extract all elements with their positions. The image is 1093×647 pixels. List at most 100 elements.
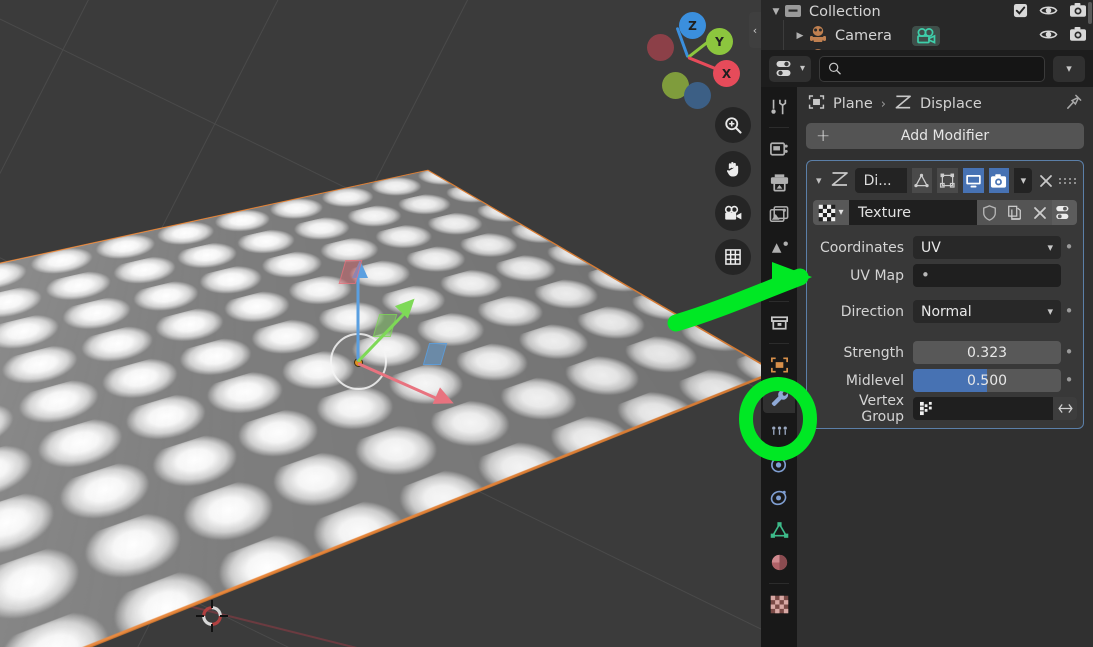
nav-axis-y[interactable]: Y bbox=[706, 28, 733, 55]
outliner-scrollbar[interactable] bbox=[1088, 2, 1092, 24]
camera-view-button[interactable] bbox=[715, 195, 751, 231]
editor-type-selector[interactable]: ▾ bbox=[769, 55, 812, 82]
realtime-toggle[interactable] bbox=[962, 168, 984, 193]
texture-browse-button[interactable]: ▾ bbox=[813, 200, 849, 225]
drag-dots-icon[interactable] bbox=[1059, 177, 1077, 184]
camera-data-icon[interactable] bbox=[911, 26, 940, 46]
triangle-vertex-icon bbox=[914, 173, 930, 188]
midlevel-slider[interactable]: 0.500 bbox=[913, 369, 1061, 392]
fake-user-button[interactable] bbox=[977, 200, 1002, 225]
breadcrumb: Plane › Displace bbox=[797, 87, 1093, 121]
sidebar-item-material[interactable] bbox=[763, 547, 795, 578]
collection-icon bbox=[783, 2, 803, 23]
gizmo-y-head[interactable] bbox=[394, 292, 422, 319]
sidebar-item-output[interactable] bbox=[763, 166, 795, 197]
tool-icon bbox=[771, 99, 787, 114]
animate-midlevel-dot[interactable]: • bbox=[1061, 373, 1077, 388]
images-icon bbox=[769, 205, 788, 222]
gizmo-z-axis[interactable] bbox=[356, 275, 360, 362]
browse-texture-list-button[interactable] bbox=[1052, 200, 1077, 225]
animate-strength-dot[interactable]: • bbox=[1061, 345, 1077, 360]
toggle-ortho-button[interactable] bbox=[715, 239, 751, 275]
sidebar-item-data[interactable] bbox=[763, 514, 795, 545]
cursor-ring bbox=[202, 606, 222, 626]
search-text[interactable] bbox=[847, 61, 1036, 76]
unlink-texture-button[interactable] bbox=[1027, 200, 1052, 225]
row-strength: Strength 0.323 • bbox=[813, 341, 1077, 364]
object-square-icon[interactable] bbox=[807, 93, 826, 115]
on-cage-toggle[interactable] bbox=[937, 168, 958, 193]
remove-modifier-button[interactable] bbox=[1037, 174, 1054, 188]
direction-dropdown[interactable]: Normal ▾ bbox=[913, 300, 1061, 323]
search-input[interactable] bbox=[819, 55, 1045, 82]
navigation-gizmo[interactable]: Z Y X bbox=[637, 4, 740, 109]
gizmo-x-head[interactable] bbox=[432, 387, 458, 412]
eye-icon[interactable] bbox=[1039, 27, 1058, 46]
vertex-group-invert-button[interactable] bbox=[1053, 397, 1077, 420]
label-direction: Direction bbox=[840, 303, 904, 320]
add-modifier-button[interactable]: + Add Modifier bbox=[806, 123, 1084, 149]
breadcrumb-modifier-name[interactable]: Displace bbox=[920, 96, 982, 112]
animate-coordinates-dot[interactable]: • bbox=[1061, 240, 1077, 255]
nav-axis-label: Y bbox=[715, 34, 724, 49]
expand-triangle-icon[interactable]: ▼ bbox=[769, 7, 783, 17]
coordinates-dropdown[interactable]: UV ▾ bbox=[913, 236, 1061, 259]
outliner-row-collection[interactable]: ▼ Collection bbox=[761, 0, 1093, 24]
3d-viewport[interactable]: Z Y X ‹ bbox=[0, 0, 761, 647]
nav-axis-neg-x[interactable] bbox=[647, 34, 674, 61]
sidebar-item-physics[interactable] bbox=[763, 448, 795, 479]
pan-button[interactable] bbox=[715, 151, 751, 187]
duplicate-texture-button[interactable] bbox=[1002, 200, 1027, 225]
chevron-down-icon[interactable]: ▾ bbox=[813, 174, 825, 187]
zoom-button[interactable] bbox=[715, 107, 751, 143]
sidebar-item-collection[interactable] bbox=[763, 307, 795, 338]
hand-icon bbox=[726, 162, 739, 177]
sidebar-collapse-arrow[interactable]: ‹ bbox=[749, 12, 761, 48]
strength-value: 0.323 bbox=[966, 344, 1008, 361]
sidebar-item-view-layer[interactable] bbox=[763, 199, 795, 230]
animate-direction-dot[interactable]: • bbox=[1061, 304, 1077, 319]
sidebar-item-scene[interactable] bbox=[763, 232, 795, 263]
outliner-editor[interactable]: ▼ Collection ▶ Camera bbox=[761, 0, 1093, 50]
strength-number-field[interactable]: 0.323 bbox=[913, 341, 1061, 364]
right-panel: ▼ Collection ▶ Camera ▾ ▾ Plane › Displa… bbox=[761, 0, 1093, 647]
sidebar-item-render[interactable] bbox=[763, 133, 795, 164]
nav-axis-z[interactable]: Z bbox=[679, 12, 706, 39]
options-dropdown-button[interactable]: ▾ bbox=[1053, 55, 1085, 82]
expand-triangle-icon[interactable]: ▶ bbox=[793, 31, 807, 41]
gizmo-xy-plane[interactable] bbox=[422, 343, 448, 365]
tab-separator bbox=[769, 343, 789, 344]
chevron-down-icon: ▾ bbox=[1066, 62, 1072, 75]
sidebar-item-modifier[interactable] bbox=[763, 382, 795, 413]
pin-icon[interactable] bbox=[1064, 93, 1083, 116]
modifier-name-field[interactable]: Di... bbox=[854, 168, 907, 193]
uv-map-field[interactable]: • bbox=[913, 264, 1061, 287]
sidebar-item-tool[interactable] bbox=[763, 91, 795, 122]
camera-icon[interactable] bbox=[1069, 2, 1087, 22]
sidebar-item-particles[interactable] bbox=[763, 415, 795, 446]
eye-icon[interactable] bbox=[1039, 3, 1058, 22]
sidebar-item-object[interactable] bbox=[763, 349, 795, 380]
sidebar-item-world[interactable] bbox=[763, 265, 795, 296]
cage-icon bbox=[940, 173, 955, 188]
modifier-extras-dropdown[interactable]: ▾ bbox=[1014, 168, 1033, 193]
displace-modifier-icon bbox=[894, 93, 913, 115]
checkbox-checked-icon[interactable] bbox=[1013, 3, 1028, 22]
texture-name-field[interactable]: Texture bbox=[849, 200, 977, 225]
vertex-group-icon bbox=[920, 401, 932, 416]
nav-axis-x[interactable]: X bbox=[713, 60, 740, 87]
move-gizmo[interactable] bbox=[300, 250, 490, 425]
nav-axis-neg-z[interactable] bbox=[684, 82, 711, 109]
vertex-group-field[interactable] bbox=[913, 397, 1053, 420]
breadcrumb-object-name[interactable]: Plane bbox=[833, 96, 873, 112]
camera-icon[interactable] bbox=[1069, 26, 1087, 46]
row-midlevel: Midlevel 0.500 • bbox=[813, 369, 1077, 392]
gizmo-xz-plane[interactable] bbox=[372, 314, 398, 337]
sidebar-item-constraints[interactable] bbox=[763, 481, 795, 512]
edit-mode-toggle[interactable] bbox=[911, 168, 933, 193]
properties-header: ▾ ▾ bbox=[761, 50, 1093, 87]
label-uv-map: UV Map bbox=[850, 267, 904, 284]
render-toggle[interactable] bbox=[988, 168, 1010, 193]
sidebar-item-texture[interactable] bbox=[763, 589, 795, 620]
outliner-row-camera[interactable]: ▶ Camera bbox=[761, 24, 1093, 48]
